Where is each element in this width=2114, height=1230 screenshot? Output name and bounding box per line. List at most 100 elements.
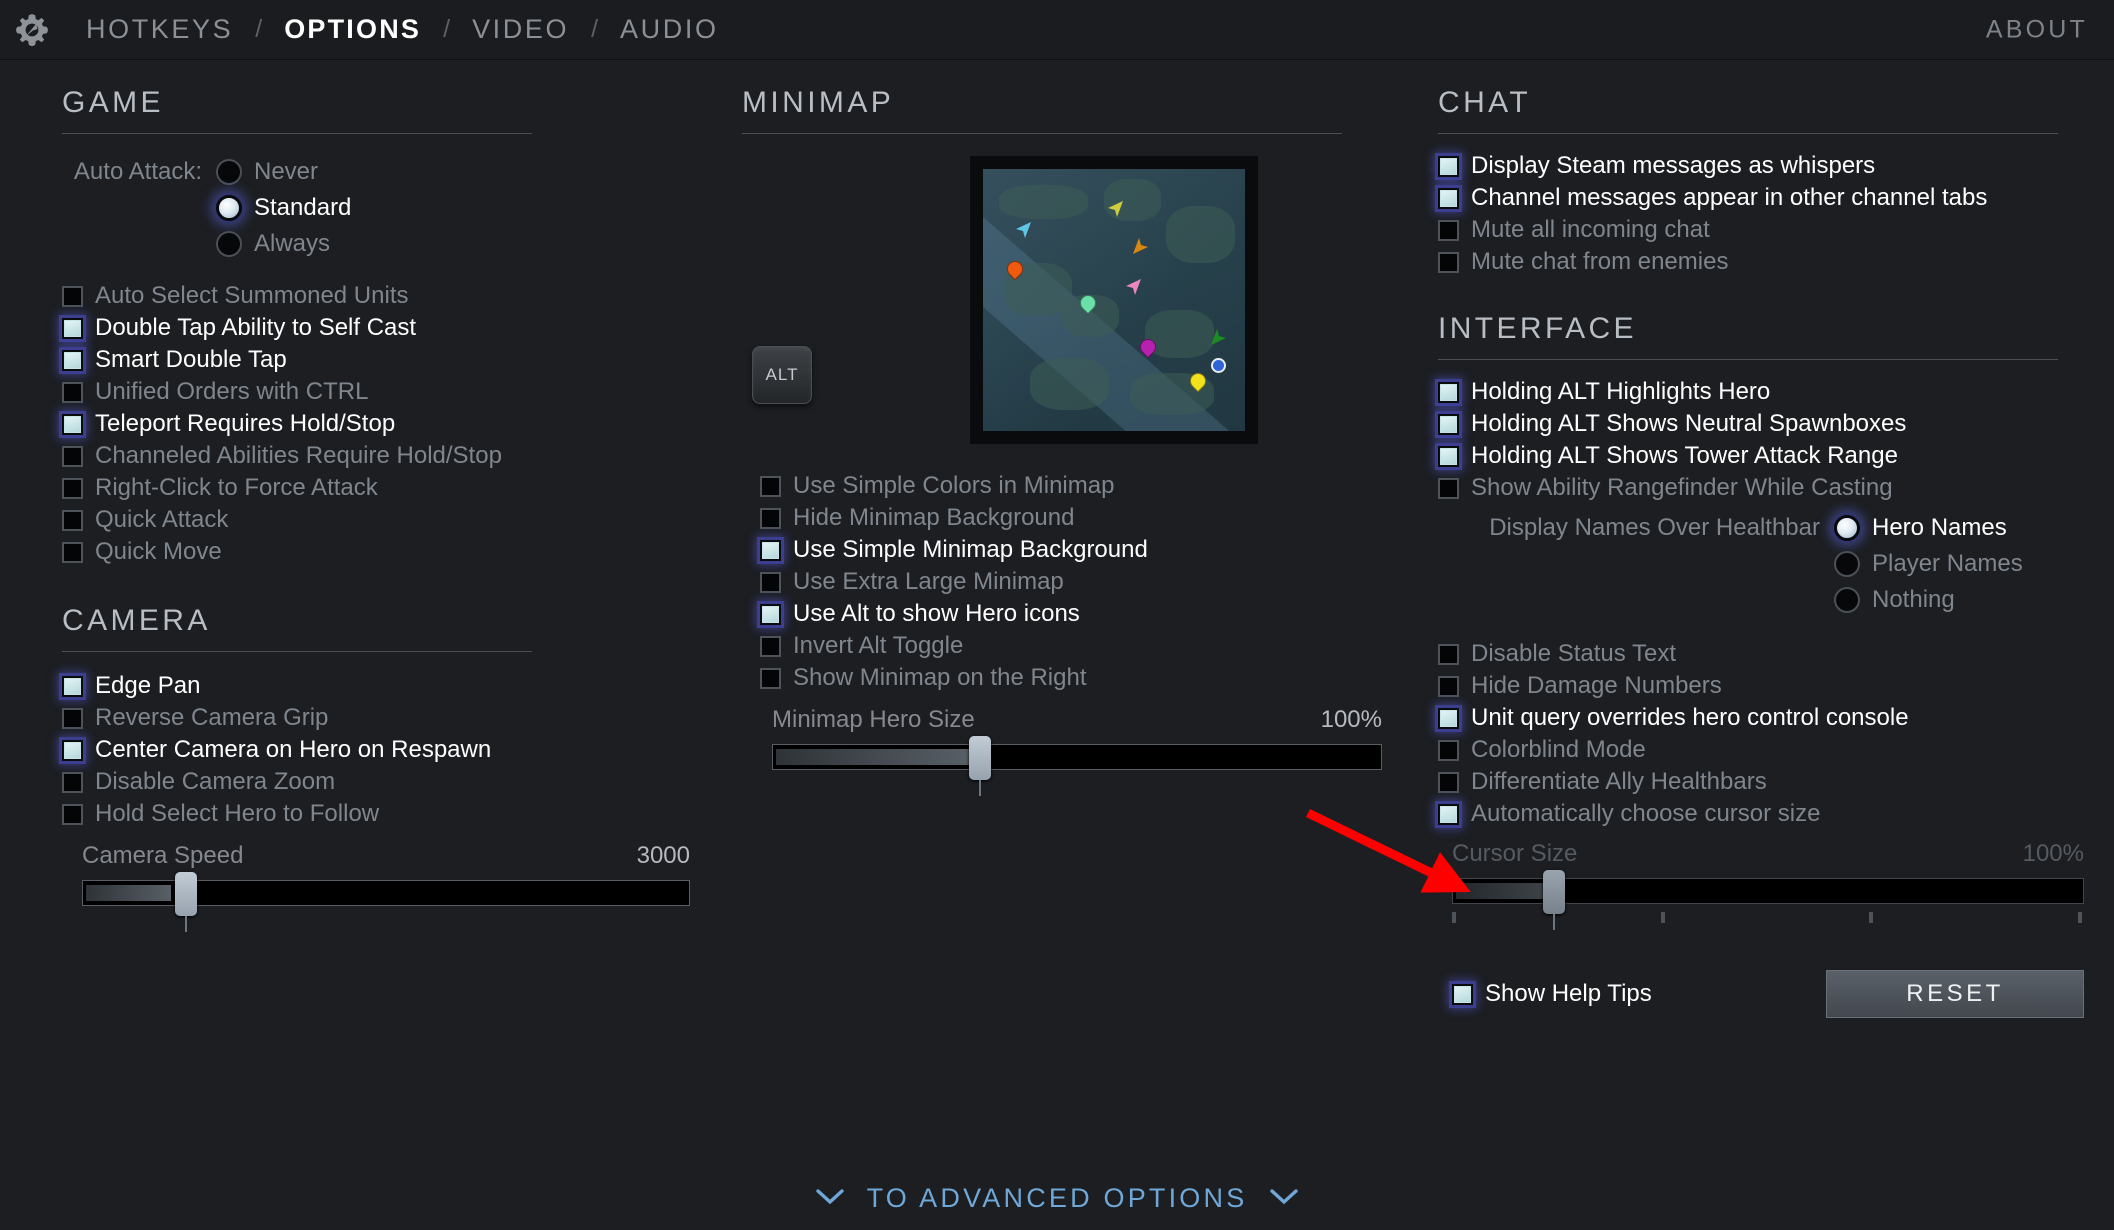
checkbox-display-steam-messages-as-whispers[interactable] <box>1438 155 1459 177</box>
tab-hotkeys[interactable]: HOTKEYS <box>64 14 255 45</box>
checkbox-row-channeled-abilities-require-hold-stop[interactable]: Channeled Abilities Require Hold/Stop <box>62 440 700 472</box>
checkbox-mute-all-incoming-chat[interactable] <box>1438 219 1459 241</box>
checkbox-row-invert-alt-toggle[interactable]: Invert Alt Toggle <box>760 630 1400 662</box>
camera-speed-slider[interactable] <box>82 872 690 916</box>
checkbox-disable-status-text[interactable] <box>1438 643 1459 665</box>
slider-handle[interactable] <box>175 872 198 916</box>
checkbox-hide-damage-numbers[interactable] <box>1438 675 1459 697</box>
checkbox-row-quick-move[interactable]: Quick Move <box>62 536 700 568</box>
tab-video[interactable]: VIDEO <box>450 14 591 45</box>
checkbox-reverse-camera-grip[interactable] <box>62 707 83 729</box>
checkbox-mute-chat-from-enemies[interactable] <box>1438 251 1459 273</box>
checkbox-row-teleport-requires-hold-stop[interactable]: Teleport Requires Hold/Stop <box>62 408 700 440</box>
tab-options[interactable]: OPTIONS <box>262 14 443 45</box>
checkbox-holding-alt-highlights-hero[interactable] <box>1438 381 1459 403</box>
checkbox-row-hide-minimap-background[interactable]: Hide Minimap Background <box>760 502 1400 534</box>
checkbox-row-disable-camera-zoom[interactable]: Disable Camera Zoom <box>62 766 700 798</box>
checkbox-row-show-minimap-on-the-right[interactable]: Show Minimap on the Right <box>760 662 1400 694</box>
checkbox-row-use-simple-minimap-background[interactable]: Use Simple Minimap Background <box>760 534 1400 566</box>
checkbox-center-camera-on-hero-on-respawn[interactable] <box>62 739 83 761</box>
checkbox-row-quick-attack[interactable]: Quick Attack <box>62 504 700 536</box>
checkbox-row-channel-messages-appear-in-other-channel-tabs[interactable]: Channel messages appear in other channel… <box>1438 182 2114 214</box>
checkbox-quick-attack[interactable] <box>62 509 83 531</box>
checkbox-holding-alt-shows-neutral-spawnboxes[interactable] <box>1438 413 1459 435</box>
checkbox-channel-messages-appear-in-other-channel-tabs[interactable] <box>1438 187 1459 209</box>
checkbox-use-simple-colors-in-minimap[interactable] <box>760 475 781 497</box>
checkbox-disable-camera-zoom[interactable] <box>62 771 83 793</box>
checkbox-row-double-tap-ability-to-self-cast[interactable]: Double Tap Ability to Self Cast <box>62 312 700 344</box>
checkbox-row-differentiate-ally-healthbars[interactable]: Differentiate Ally Healthbars <box>1438 766 2114 798</box>
checkbox-row-holding-alt-highlights-hero[interactable]: Holding ALT Highlights Hero <box>1438 376 2114 408</box>
radio-never[interactable] <box>216 159 242 185</box>
checkbox-row-hold-select-hero-to-follow[interactable]: Hold Select Hero to Follow <box>62 798 700 830</box>
radio-row-nothing[interactable]: Nothing <box>1438 582 2114 618</box>
checkbox-hold-select-hero-to-follow[interactable] <box>62 803 83 825</box>
checkbox-use-extra-large-minimap[interactable] <box>760 571 781 593</box>
radio-row-standard[interactable]: Standard <box>62 190 700 226</box>
radio-row-always[interactable]: Always <box>62 226 700 262</box>
checkbox-channeled-abilities-require-hold-stop[interactable] <box>62 445 83 467</box>
checkbox-holding-alt-shows-tower-attack-range[interactable] <box>1438 445 1459 467</box>
radio-standard[interactable] <box>216 195 242 221</box>
checkbox-row-automatically-choose-cursor-size[interactable]: Automatically choose cursor size <box>1438 798 2114 830</box>
checkbox-row-use-extra-large-minimap[interactable]: Use Extra Large Minimap <box>760 566 1400 598</box>
slider-handle[interactable] <box>968 736 991 780</box>
checkbox-row-smart-double-tap[interactable]: Smart Double Tap <box>62 344 700 376</box>
checkbox-row-show-ability-rangefinder-while-casting[interactable]: Show Ability Rangefinder While Casting <box>1438 472 2114 504</box>
checkbox-invert-alt-toggle[interactable] <box>760 635 781 657</box>
checkbox-automatically-choose-cursor-size[interactable] <box>1438 803 1459 825</box>
checkbox-use-alt-to-show-hero-icons[interactable] <box>760 603 781 625</box>
radio-player-names[interactable] <box>1834 551 1860 577</box>
tab-audio[interactable]: AUDIO <box>598 14 741 45</box>
checkbox-differentiate-ally-healthbars[interactable] <box>1438 771 1459 793</box>
gear-icon[interactable] <box>0 10 64 50</box>
radio-row-player-names[interactable]: Player Names <box>1438 546 2114 582</box>
checkbox-row-unit-query-overrides-hero-control-console[interactable]: Unit query overrides hero control consol… <box>1438 702 2114 734</box>
checkbox-row-mute-all-incoming-chat[interactable]: Mute all incoming chat <box>1438 214 2114 246</box>
checkbox-row-edge-pan[interactable]: Edge Pan <box>62 670 700 702</box>
checkbox-row-colorblind-mode[interactable]: Colorblind Mode <box>1438 734 2114 766</box>
about-link[interactable]: ABOUT <box>1986 15 2088 44</box>
checkbox-row-right-click-to-force-attack[interactable]: Right-Click to Force Attack <box>62 472 700 504</box>
checkbox-hide-minimap-background[interactable] <box>760 507 781 529</box>
checkbox-quick-move[interactable] <box>62 541 83 563</box>
checkbox-row-use-alt-to-show-hero-icons[interactable]: Use Alt to show Hero icons <box>760 598 1400 630</box>
checkbox-row-show-help-tips[interactable]: Show Help Tips <box>1452 978 1652 1010</box>
checkbox-row-holding-alt-shows-neutral-spawnboxes[interactable]: Holding ALT Shows Neutral Spawnboxes <box>1438 408 2114 440</box>
cursor-size-slider[interactable] <box>1452 870 2084 914</box>
checkbox-auto-select-summoned-units[interactable] <box>62 285 83 307</box>
checkbox-unit-query-overrides-hero-control-console[interactable] <box>1438 707 1459 729</box>
checkbox-colorblind-mode[interactable] <box>1438 739 1459 761</box>
checkbox-edge-pan[interactable] <box>62 675 83 697</box>
checkbox-teleport-requires-hold-stop[interactable] <box>62 413 83 435</box>
checkbox-row-mute-chat-from-enemies[interactable]: Mute chat from enemies <box>1438 246 2114 278</box>
checkbox-row-holding-alt-shows-tower-attack-range[interactable]: Holding ALT Shows Tower Attack Range <box>1438 440 2114 472</box>
to-advanced-options-link[interactable]: TO ADVANCED OPTIONS <box>0 1183 2114 1214</box>
radio-nothing[interactable] <box>1834 587 1860 613</box>
radio-row-hero-names[interactable]: Display Names Over Healthbar Hero Names <box>1438 510 2114 546</box>
checkbox-row-use-simple-colors-in-minimap[interactable]: Use Simple Colors in Minimap <box>760 470 1400 502</box>
reset-button[interactable]: RESET <box>1826 970 2084 1018</box>
section-title-minimap: MINIMAP <box>742 86 895 119</box>
radio-row-never[interactable]: Auto Attack: Never <box>62 154 700 190</box>
checkbox-label: Hold Select Hero to Follow <box>95 800 380 827</box>
checkbox-show-ability-rangefinder-while-casting[interactable] <box>1438 477 1459 499</box>
radio-always[interactable] <box>216 231 242 257</box>
checkbox-right-click-to-force-attack[interactable] <box>62 477 83 499</box>
radio-hero-names[interactable] <box>1834 515 1860 541</box>
checkbox-show-minimap-on-the-right[interactable] <box>760 667 781 689</box>
checkbox-row-unified-orders-with-ctrl[interactable]: Unified Orders with CTRL <box>62 376 700 408</box>
checkbox-show-help-tips[interactable] <box>1452 983 1473 1005</box>
checkbox-double-tap-ability-to-self-cast[interactable] <box>62 317 83 339</box>
checkbox-row-reverse-camera-grip[interactable]: Reverse Camera Grip <box>62 702 700 734</box>
checkbox-row-center-camera-on-hero-on-respawn[interactable]: Center Camera on Hero on Respawn <box>62 734 700 766</box>
checkbox-row-auto-select-summoned-units[interactable]: Auto Select Summoned Units <box>62 280 700 312</box>
checkbox-row-hide-damage-numbers[interactable]: Hide Damage Numbers <box>1438 670 2114 702</box>
checkbox-row-display-steam-messages-as-whispers[interactable]: Display Steam messages as whispers <box>1438 150 2114 182</box>
minimap-hero-size-slider[interactable] <box>772 736 1382 780</box>
checkbox-use-simple-minimap-background[interactable] <box>760 539 781 561</box>
checkbox-smart-double-tap[interactable] <box>62 349 83 371</box>
checkbox-row-disable-status-text[interactable]: Disable Status Text <box>1438 638 2114 670</box>
slider-handle[interactable] <box>1542 870 1565 914</box>
checkbox-unified-orders-with-ctrl[interactable] <box>62 381 83 403</box>
